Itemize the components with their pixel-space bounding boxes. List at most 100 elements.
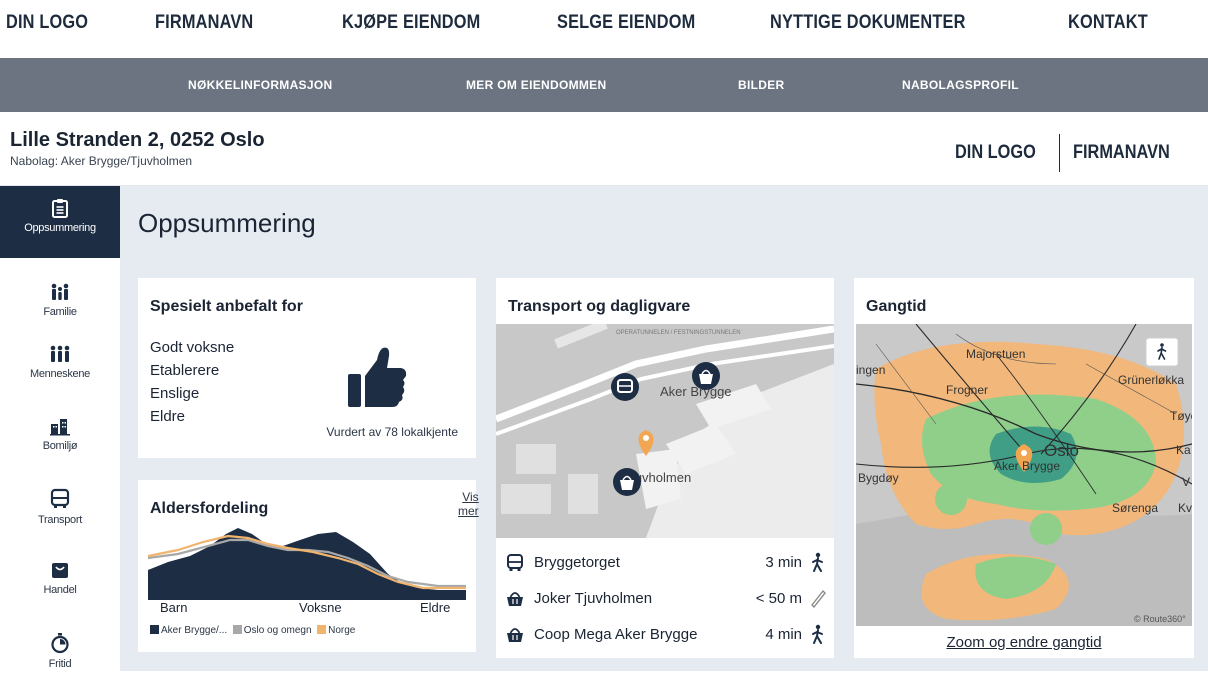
sub-nav-nabolagsprofil[interactable]: NABOLAGSPROFIL — [902, 78, 1019, 92]
transport-name: Coop Mega Aker Brygge — [534, 626, 698, 643]
walk-mode-button[interactable] — [1145, 337, 1179, 367]
map-label-aker-brygge: Aker Brygge — [994, 459, 1060, 473]
show-more-line: Vis — [462, 490, 479, 504]
age-legend: Aker Brygge/... Oslo og omegn Norge — [150, 625, 355, 636]
sidebar-item-menneskene[interactable]: Menneskene — [0, 332, 120, 404]
header-company: FIRMANAVN — [1073, 142, 1170, 163]
map-label-majorstuen: Majorstuen — [966, 347, 1025, 361]
list-item: Etablerere — [150, 362, 220, 379]
age-area-aker-brygge — [148, 528, 466, 600]
stopwatch-icon — [51, 633, 69, 654]
header-logo: DIN LOGO — [955, 142, 1036, 163]
sidebar-item-transport[interactable]: Transport — [0, 476, 120, 548]
buildings-icon — [50, 419, 70, 436]
main-content: Oppsummering Spesielt anbefalt for Godt … — [120, 186, 1208, 671]
sidebar-item-fritid[interactable]: Fritid — [0, 620, 120, 692]
top-nav-nyttige-dokumenter[interactable]: NYTTIGE DOKUMENTER — [770, 12, 966, 34]
age-label-eldre: Eldre — [420, 600, 451, 615]
map-credit: © Route360° — [1134, 614, 1186, 624]
transport-name: Joker Tjuvholmen — [534, 590, 653, 607]
map-label-ingen: ingen — [856, 363, 885, 377]
age-chart — [148, 528, 466, 600]
list-item: Godt voksne — [150, 339, 235, 356]
page-title: Oppsummering — [138, 208, 316, 238]
top-nav-kjope-eiendom[interactable]: KJØPE EIENDOM — [342, 12, 480, 34]
recommended-card: Spesielt anbefalt for Godt voksne Etable… — [138, 278, 476, 458]
legend-oslo: Oslo og omegn — [243, 625, 312, 636]
clipboard-icon — [52, 199, 68, 218]
map-label-toyen: Tøye — [1170, 409, 1192, 423]
transport-name: Bryggetorget — [534, 554, 620, 571]
age-label-voksne: Voksne — [299, 600, 342, 615]
map-label-grunerlokka: Grünerløkka — [1118, 373, 1184, 387]
age-label-barn: Barn — [160, 600, 188, 615]
zoom-walking-time-link[interactable]: Zoom og endre gangtid — [854, 634, 1194, 651]
sidebar-item-label: Fritid — [48, 658, 72, 670]
legend-norge: Norge — [328, 625, 356, 636]
map-label-sorenga: Sørenga — [1112, 501, 1158, 515]
sidebar-item-label: Menneskene — [30, 368, 90, 380]
neighborhood-label: Nabolag: Aker Brygge/Tjuvholmen — [10, 154, 193, 168]
sidebar-item-oppsummering[interactable]: Oppsummering — [0, 186, 120, 258]
sub-nav-nokkelinformasjon[interactable]: NØKKELINFORMASJON — [188, 78, 332, 92]
bus-icon — [50, 488, 70, 508]
map-label-oslo: Oslo — [1044, 441, 1079, 460]
transport-time: 4 min — [765, 626, 802, 643]
recommended-title: Spesielt anbefalt for — [150, 298, 303, 315]
map-label-kv: Kv — [1178, 501, 1192, 515]
sidebar-item-handel[interactable]: Handel — [0, 548, 120, 620]
map-bus-marker[interactable] — [611, 373, 639, 401]
bus-icon — [507, 554, 523, 571]
top-nav-firmanavn[interactable]: FIRMANAVN — [155, 12, 253, 34]
family-icon — [51, 283, 69, 300]
sub-nav-mer-om-eiendommen[interactable]: MER OM EIENDOMMEN — [466, 78, 606, 92]
sub-nav-bilder[interactable]: BILDER — [738, 78, 784, 92]
walking-title: Gangtid — [866, 298, 927, 315]
sub-navigation: NØKKELINFORMASJON MER OM EIENDOMMEN BILD… — [0, 58, 1208, 112]
legend-swatch-norge — [317, 625, 327, 634]
list-item[interactable]: Joker Tjuvholmen < 50 m — [506, 588, 826, 612]
age-distribution-card: Aldersfordeling Vis mer Barn Voksne Eldr… — [138, 480, 479, 652]
walking-time-map[interactable]: Majorstuen ingen Frogner Grünerløkka Tøy… — [856, 324, 1192, 626]
walk-icon — [812, 552, 823, 572]
show-more-link[interactable]: Vis mer — [458, 490, 479, 518]
people-icon — [50, 345, 70, 362]
map-label-aker-brygge: Aker Brygge — [660, 384, 732, 399]
shopping-bag-icon — [52, 563, 68, 578]
top-nav-logo[interactable]: DIN LOGO — [6, 12, 88, 34]
list-item: Enslige — [150, 385, 200, 402]
legend-swatch-oslo — [232, 625, 242, 634]
basket-icon — [507, 592, 523, 606]
transport-card: Transport og dagligvare OPERATUNNELEN / … — [496, 278, 834, 658]
transport-title: Transport og dagligvare — [508, 298, 691, 315]
sidebar-item-label: Familie — [43, 306, 77, 318]
basket-icon — [507, 628, 523, 642]
rating-note: Vurdert av 78 lokalkjente — [326, 425, 458, 439]
walking-time-card: Gangtid Majorstuen ingen Frogner Grünerl… — [854, 278, 1194, 658]
transport-map[interactable]: OPERATUNNELEN / FESTNINGSTUNNELEN Aker B… — [496, 324, 834, 538]
walk-icon — [812, 624, 823, 644]
map-grocery-marker-aker[interactable] — [692, 362, 720, 390]
top-navigation: DIN LOGO FIRMANAVN KJØPE EIENDOM SELGE E… — [0, 0, 1208, 58]
map-label-frogner: Frogner — [946, 383, 988, 397]
top-nav-kontakt[interactable]: KONTAKT — [1068, 12, 1148, 34]
transport-time: 3 min — [765, 554, 802, 571]
sidebar-item-bomiljo[interactable]: Bomiljø — [0, 404, 120, 476]
recommended-list: Godt voksne Etablerere Enslige Eldre — [150, 336, 234, 428]
thumbs-up-icon — [348, 347, 407, 407]
sidebar-item-label: Handel — [43, 584, 77, 596]
address-header: Lille Stranden 2, 0252 Oslo Nabolag: Ake… — [0, 112, 1208, 186]
sidebar-item-label: Oppsummering — [24, 222, 96, 234]
sidebar-item-label: Transport — [38, 514, 82, 526]
legend-aker: Aker Brygge/... — [161, 625, 228, 636]
map-label-bygdoy: Bygdøy — [858, 471, 899, 485]
list-item[interactable]: Coop Mega Aker Brygge 4 min — [506, 624, 826, 648]
tunnel-label: OPERATUNNELEN / FESTNINGSTUNNELEN — [616, 330, 741, 336]
map-grocery-marker-tjuv[interactable] — [613, 468, 641, 496]
list-item: Eldre — [150, 408, 186, 425]
show-more-line: mer — [458, 504, 479, 518]
list-item[interactable]: Bryggetorget 3 min — [506, 552, 826, 576]
address-title: Lille Stranden 2, 0252 Oslo — [10, 129, 265, 151]
transport-time: < 50 m — [755, 590, 802, 607]
top-nav-selge-eiendom[interactable]: SELGE EIENDOM — [557, 12, 695, 34]
